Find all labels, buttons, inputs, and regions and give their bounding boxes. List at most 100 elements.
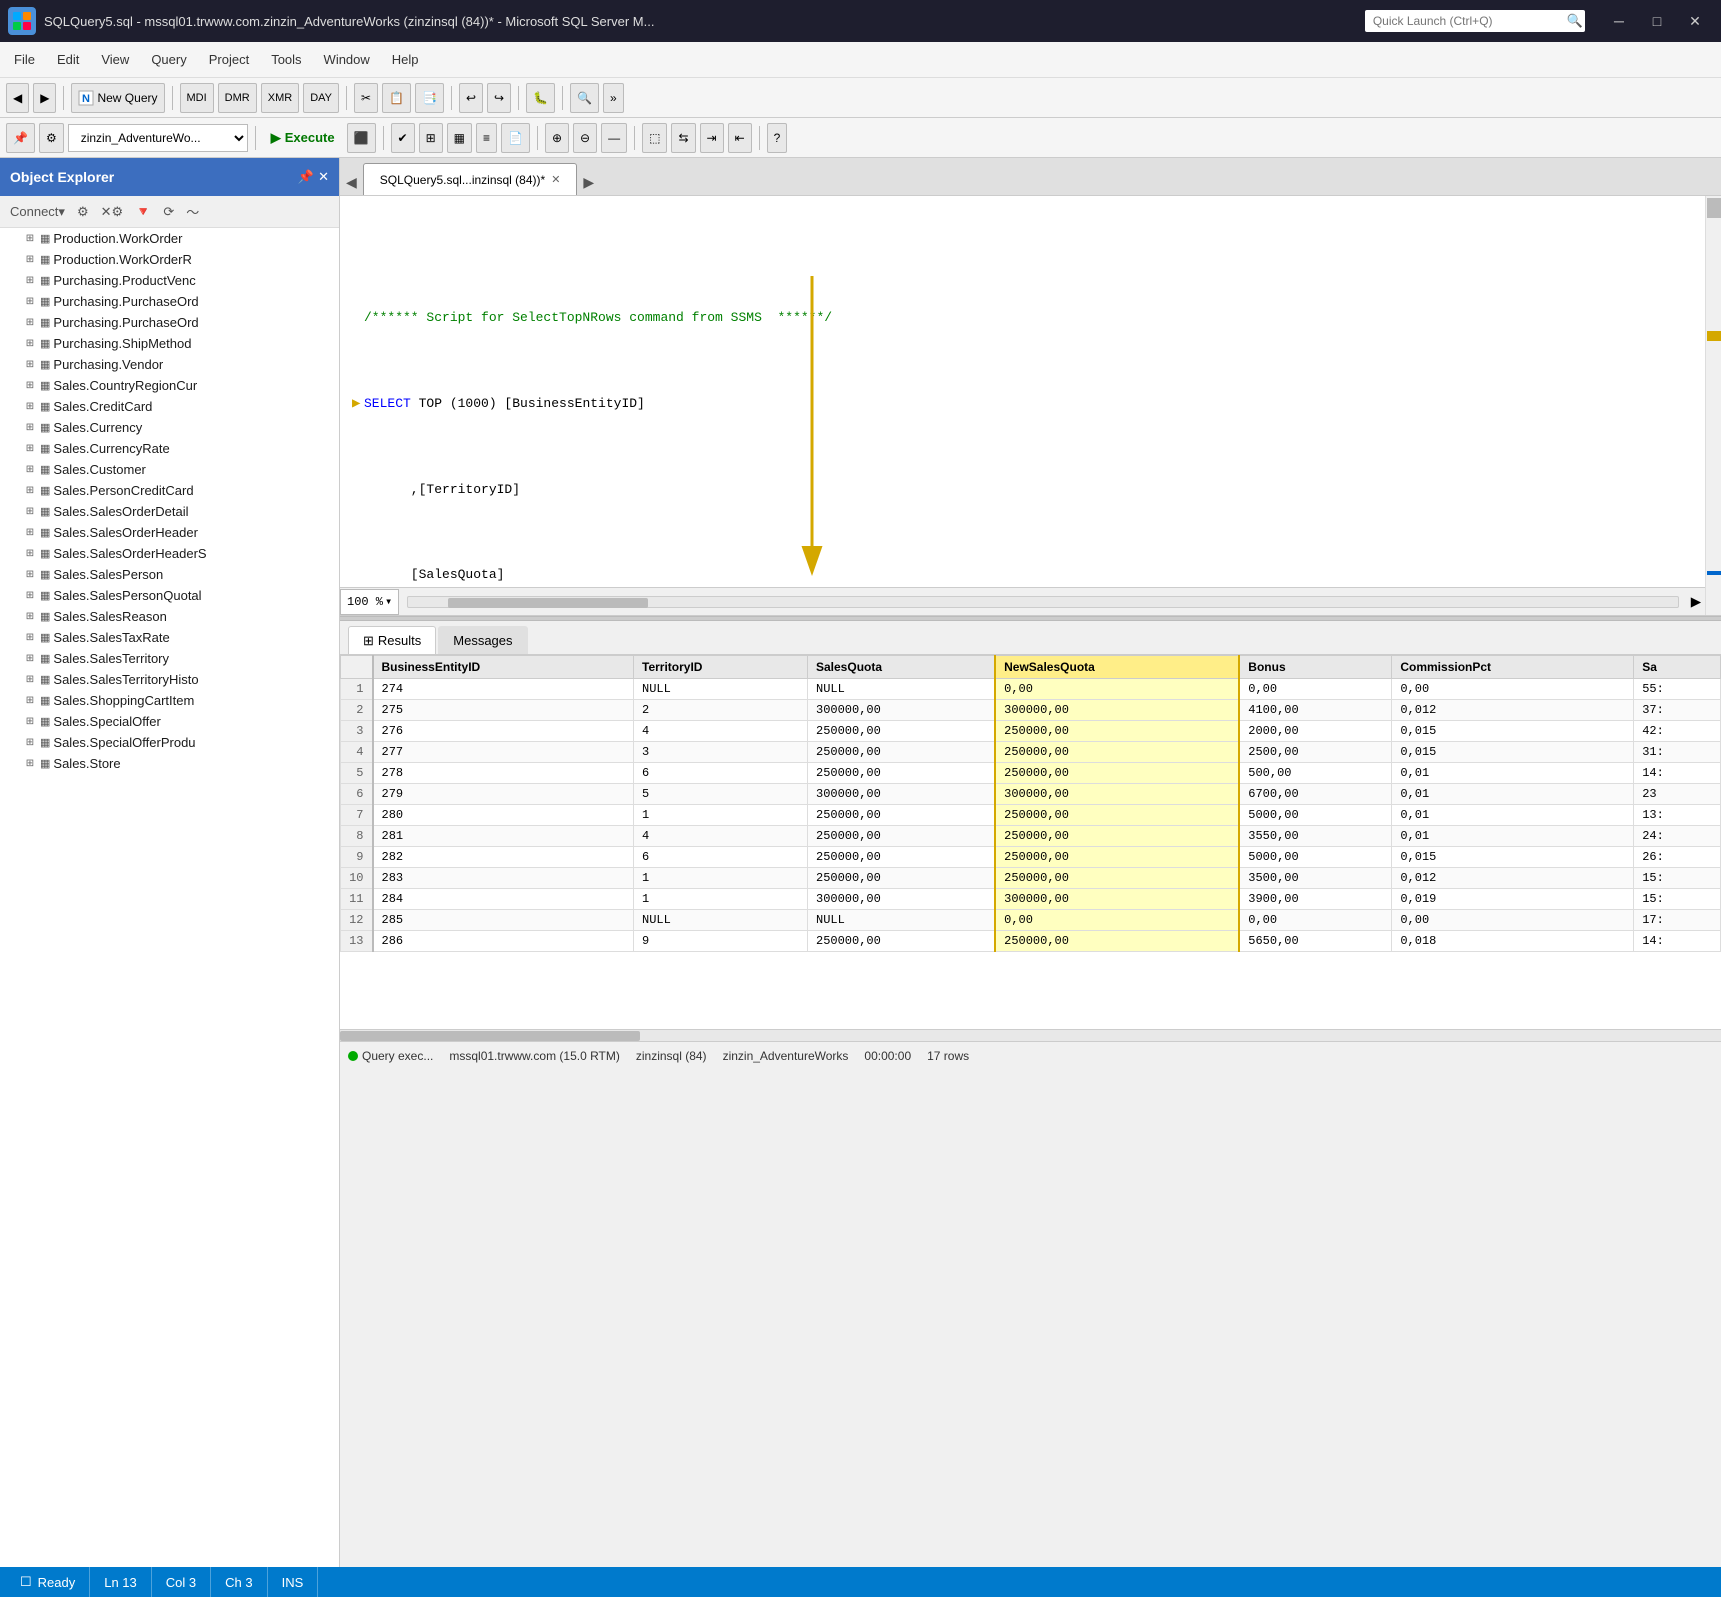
- table-row[interactable]: 5 278 6 250000,00 250000,00 500,00 0,01 …: [341, 763, 1721, 784]
- editor-hscrollbar[interactable]: [407, 596, 1679, 608]
- line-button[interactable]: —: [601, 123, 627, 153]
- expander-15[interactable]: ⊞: [23, 548, 37, 559]
- oe-close-button[interactable]: ✕: [318, 169, 329, 185]
- menu-query[interactable]: Query: [141, 48, 196, 71]
- query-tab-active[interactable]: SQLQuery5.sql...inzinsql (84))* ✕: [363, 163, 578, 195]
- tree-item-24[interactable]: ⊞ ▦ Sales.SpecialOfferProdu: [0, 732, 339, 753]
- expander-18[interactable]: ⊞: [23, 611, 37, 622]
- new-query-button[interactable]: N New Query: [71, 83, 164, 113]
- oe-reload-button[interactable]: ⟳: [159, 202, 178, 222]
- help-btn[interactable]: ?: [767, 123, 788, 153]
- tree-item-25[interactable]: ⊞ ▦ Sales.Store: [0, 753, 339, 774]
- menu-file[interactable]: File: [4, 48, 45, 71]
- expander-1[interactable]: ⊞: [23, 254, 37, 265]
- text-button[interactable]: ≡: [476, 123, 497, 153]
- editor-vscroll-thumb[interactable]: [1707, 198, 1721, 218]
- expander-13[interactable]: ⊞: [23, 506, 37, 517]
- menu-help[interactable]: Help: [382, 48, 429, 71]
- quick-launch-input[interactable]: [1365, 10, 1585, 32]
- search-button[interactable]: 🔍: [570, 83, 599, 113]
- table-row[interactable]: 13 286 9 250000,00 250000,00 5650,00 0,0…: [341, 931, 1721, 952]
- tree-item-23[interactable]: ⊞ ▦ Sales.SpecialOffer: [0, 711, 339, 732]
- forward-button[interactable]: ▶: [33, 83, 56, 113]
- undo-button[interactable]: ↩: [459, 83, 483, 113]
- expander-6[interactable]: ⊞: [23, 359, 37, 370]
- display-button[interactable]: ▦: [447, 123, 472, 153]
- file-out-button[interactable]: 📄: [501, 123, 530, 153]
- col-header-bonus[interactable]: Bonus: [1239, 656, 1392, 679]
- tree-item-13[interactable]: ⊞ ▦ Sales.SalesOrderDetail: [0, 501, 339, 522]
- redo-button[interactable]: ↪: [487, 83, 511, 113]
- expander-14[interactable]: ⊞: [23, 527, 37, 538]
- results-grid-wrapper[interactable]: BusinessEntityID TerritoryID SalesQuota …: [340, 655, 1721, 1029]
- scroll-right-btn[interactable]: ▶: [1687, 594, 1705, 610]
- execute-button[interactable]: ▶ Execute: [263, 126, 343, 150]
- results-tab-results[interactable]: ⊞ Results: [348, 626, 436, 654]
- settings-button[interactable]: ⚙: [39, 123, 64, 153]
- mdi-button[interactable]: MDI: [180, 83, 214, 113]
- col-header-newsalesquota[interactable]: NewSalesQuota: [995, 656, 1239, 679]
- expander-23[interactable]: ⊞: [23, 716, 37, 727]
- tab-scroll-right[interactable]: ▶: [577, 170, 600, 195]
- tree-item-22[interactable]: ⊞ ▦ Sales.ShoppingCartItem: [0, 690, 339, 711]
- table-row[interactable]: 11 284 1 300000,00 300000,00 3900,00 0,0…: [341, 889, 1721, 910]
- outdent-button[interactable]: ⇤: [728, 123, 752, 153]
- editor-vscrollbar[interactable]: [1705, 196, 1721, 615]
- expander-17[interactable]: ⊞: [23, 590, 37, 601]
- tab-scroll-left[interactable]: ◀: [340, 170, 363, 195]
- tree-item-10[interactable]: ⊞ ▦ Sales.CurrencyRate: [0, 438, 339, 459]
- editor-hscroll-thumb[interactable]: [448, 598, 648, 608]
- day-button[interactable]: DAY: [303, 83, 339, 113]
- oe-connect-button[interactable]: Connect▾: [6, 202, 69, 222]
- close-button[interactable]: ✕: [1677, 7, 1713, 35]
- tree-item-5[interactable]: ⊞ ▦ Purchasing.ShipMethod: [0, 333, 339, 354]
- expander-5[interactable]: ⊞: [23, 338, 37, 349]
- expander-22[interactable]: ⊞: [23, 695, 37, 706]
- col-header-commpct[interactable]: CommissionPct: [1392, 656, 1634, 679]
- oe-filter-button[interactable]: ✕⚙: [97, 202, 128, 222]
- col-header-terrid[interactable]: TerritoryID: [634, 656, 808, 679]
- grid-button[interactable]: ⊞: [419, 123, 443, 153]
- tree-item-4[interactable]: ⊞ ▦ Purchasing.PurchaseOrd: [0, 312, 339, 333]
- results-hscroll-thumb[interactable]: [340, 1031, 640, 1041]
- code-editor[interactable]: /****** Script for SelectTopNRows comman…: [340, 196, 1721, 616]
- expander-16[interactable]: ⊞: [23, 569, 37, 580]
- menu-tools[interactable]: Tools: [261, 48, 311, 71]
- expander-4[interactable]: ⊞: [23, 317, 37, 328]
- cut-button[interactable]: ✂: [354, 83, 378, 113]
- table-row[interactable]: 4 277 3 250000,00 250000,00 2500,00 0,01…: [341, 742, 1721, 763]
- results-tab-messages[interactable]: Messages: [438, 626, 527, 654]
- copy-button[interactable]: 📋: [382, 83, 411, 113]
- pin-button[interactable]: 📌: [6, 123, 35, 153]
- stop-button[interactable]: ⬛: [347, 123, 376, 153]
- tree-item-20[interactable]: ⊞ ▦ Sales.SalesTerritory: [0, 648, 339, 669]
- expander-19[interactable]: ⊞: [23, 632, 37, 643]
- transpose-button[interactable]: ⇆: [671, 123, 695, 153]
- tree-item-19[interactable]: ⊞ ▦ Sales.SalesTaxRate: [0, 627, 339, 648]
- minimize-button[interactable]: ─: [1601, 7, 1637, 35]
- expander-9[interactable]: ⊞: [23, 422, 37, 433]
- menu-edit[interactable]: Edit: [47, 48, 89, 71]
- expander-0[interactable]: ⊞: [23, 233, 37, 244]
- paste-button[interactable]: 📑: [415, 83, 444, 113]
- expander-8[interactable]: ⊞: [23, 401, 37, 412]
- col-header-salesquota[interactable]: SalesQuota: [808, 656, 996, 679]
- dmr-button[interactable]: DMR: [218, 83, 257, 113]
- expander-7[interactable]: ⊞: [23, 380, 37, 391]
- tree-item-9[interactable]: ⊞ ▦ Sales.Currency: [0, 417, 339, 438]
- oe-monitor-button[interactable]: 〜: [182, 200, 203, 223]
- tree-item-17[interactable]: ⊞ ▦ Sales.SalesPersonQuotal: [0, 585, 339, 606]
- results-hscrollbar[interactable]: [340, 1029, 1721, 1041]
- include-button[interactable]: ⊕: [545, 123, 569, 153]
- menu-project[interactable]: Project: [199, 48, 259, 71]
- oe-collapse-button[interactable]: 🔻: [131, 202, 155, 222]
- table-row[interactable]: 1 274 NULL NULL 0,00 0,00 0,00 55:: [341, 679, 1721, 700]
- expander-10[interactable]: ⊞: [23, 443, 37, 454]
- tree-item-21[interactable]: ⊞ ▦ Sales.SalesTerritoryHisto: [0, 669, 339, 690]
- tree-item-12[interactable]: ⊞ ▦ Sales.PersonCreditCard: [0, 480, 339, 501]
- tree-item-15[interactable]: ⊞ ▦ Sales.SalesOrderHeaderS: [0, 543, 339, 564]
- table-row[interactable]: 3 276 4 250000,00 250000,00 2000,00 0,01…: [341, 721, 1721, 742]
- tree-item-2[interactable]: ⊞ ▦ Purchasing.ProductVenc: [0, 270, 339, 291]
- col-header-bizid[interactable]: BusinessEntityID: [373, 656, 634, 679]
- results-option-button[interactable]: ⬚: [642, 123, 667, 153]
